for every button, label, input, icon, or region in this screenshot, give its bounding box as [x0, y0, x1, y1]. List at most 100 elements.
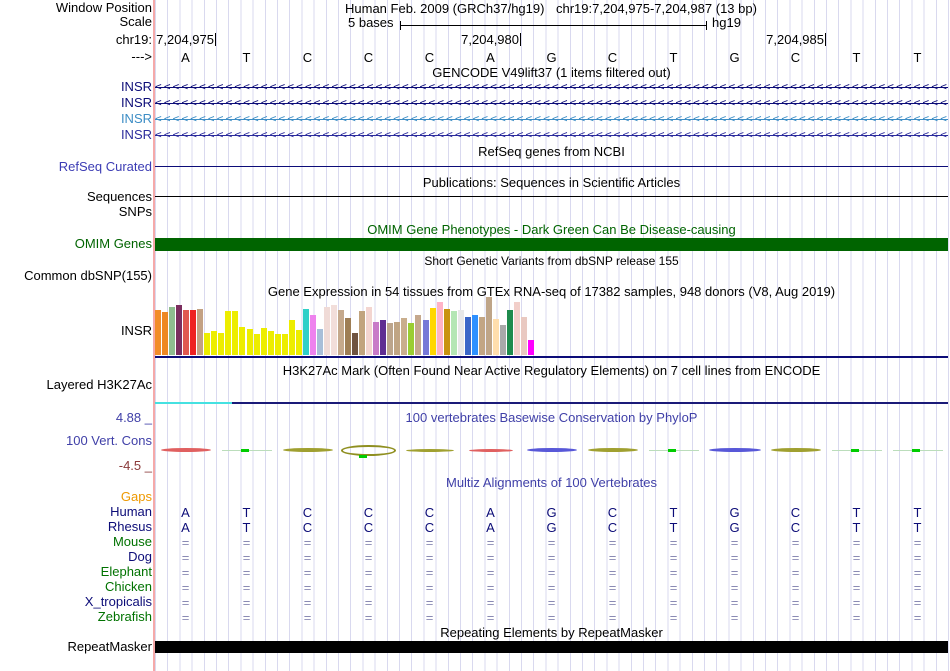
gene-label-insr-3[interactable]: INSR	[0, 112, 152, 126]
multiz-label-elephant[interactable]: Elephant	[0, 565, 152, 579]
sequences-label[interactable]: Sequences	[0, 190, 152, 204]
phylop-curve	[405, 448, 454, 452]
multiz-label-mouse[interactable]: Mouse	[0, 535, 152, 549]
multiz-track-title: Multiz Alignments of 100 Vertebrates	[445, 475, 657, 490]
assembly-text: Human Feb. 2009 (GRCh37/hg19)	[345, 1, 545, 16]
seq-cell: =	[364, 550, 373, 565]
omim-gene-bar[interactable]	[155, 238, 948, 251]
seq-cell: =	[730, 610, 739, 625]
phylop-positive-mark	[850, 449, 859, 452]
publications-item-line[interactable]	[155, 196, 948, 197]
gtex-tissue-bar	[295, 330, 302, 355]
gtex-tissue-bar	[176, 305, 183, 355]
seq-cell: =	[242, 550, 251, 565]
scale-value: 5 bases	[348, 15, 394, 30]
genome-browser-image: Window Position Human Feb. 2009 (GRCh37/…	[0, 0, 950, 671]
seq-cell: =	[913, 535, 922, 550]
strand-arrows: <<<<<<<<<<<<<<<<<<<<<<<<<<<<<<<<<<<<<<<<…	[155, 128, 948, 141]
multiz-label-dog[interactable]: Dog	[0, 550, 152, 564]
strand-arrows: <<<<<<<<<<<<<<<<<<<<<<<<<<<<<<<<<<<<<<<<…	[155, 80, 948, 93]
phylop-curve	[160, 448, 211, 452]
scale-label: Scale	[119, 14, 152, 29]
seq-cell: =	[425, 610, 434, 625]
seq-cell: C	[607, 50, 618, 65]
multiz-label-gaps[interactable]: Gaps	[0, 490, 152, 504]
repeatmasker-label[interactable]: RepeatMasker	[0, 640, 152, 654]
gene-model-insr-3[interactable]: <<<<<<<<<<<<<<<<<<<<<<<<<<<<<<<<<<<<<<<<…	[155, 111, 948, 127]
ruler-position: 7,204,985	[766, 32, 824, 47]
phylop-positive-mark	[911, 449, 920, 452]
omim-genes-label[interactable]: OMIM Genes	[0, 237, 152, 251]
gene-model-insr-2[interactable]: <<<<<<<<<<<<<<<<<<<<<<<<<<<<<<<<<<<<<<<<…	[155, 95, 948, 111]
refseq-curated-label[interactable]: RefSeq Curated	[0, 160, 152, 174]
seq-cell: A	[486, 50, 495, 65]
seq-cell: =	[791, 595, 800, 610]
h3k27ac-signal-cyan	[155, 402, 232, 404]
seq-cell: C	[607, 520, 618, 535]
position-text: chr19:7,204,975-7,204,987 (13 bp)	[556, 1, 757, 16]
seq-cell: G	[729, 505, 740, 520]
gtex-tissue-bar	[274, 334, 281, 355]
seq-cell: =	[669, 550, 678, 565]
seq-cell: =	[852, 550, 861, 565]
gtex-tissue-bar	[387, 323, 394, 355]
refseq-gene-line[interactable]	[155, 166, 948, 167]
seq-cell: =	[486, 610, 495, 625]
gene-model-insr-4[interactable]: <<<<<<<<<<<<<<<<<<<<<<<<<<<<<<<<<<<<<<<<…	[155, 127, 948, 143]
seq-cell: =	[852, 595, 861, 610]
refseq-track-title: RefSeq genes from NCBI	[478, 144, 625, 159]
seq-cell: =	[913, 550, 922, 565]
gtex-tissue-bar	[302, 309, 309, 355]
seq-cell: C	[302, 520, 313, 535]
seq-cell: A	[181, 50, 190, 65]
seq-cell: C	[424, 520, 435, 535]
seq-cell: T	[242, 505, 251, 520]
multiz-label-rhesus[interactable]: Rhesus	[0, 520, 152, 534]
gtex-tissue-bar	[408, 323, 415, 355]
scale-ruler-right-cap	[706, 21, 707, 30]
gtex-gene-label[interactable]: INSR	[0, 324, 152, 338]
gtex-tissue-bar	[478, 317, 485, 355]
seq-cell: =	[669, 565, 678, 580]
seq-cell: A	[181, 505, 190, 520]
snps-label[interactable]: SNPs	[0, 205, 152, 219]
gene-model-insr-1[interactable]: <<<<<<<<<<<<<<<<<<<<<<<<<<<<<<<<<<<<<<<<…	[155, 79, 948, 95]
phylop-max-value: 4.88 _	[115, 410, 152, 425]
seq-cell: C	[363, 520, 374, 535]
gene-label-insr-4[interactable]: INSR	[0, 128, 152, 142]
seq-cell: =	[547, 610, 556, 625]
phylop-blobs	[155, 443, 948, 461]
gtex-bars[interactable]	[155, 297, 536, 355]
seq-cell: =	[425, 565, 434, 580]
multiz-label-chicken[interactable]: Chicken	[0, 580, 152, 594]
seq-cell: C	[790, 505, 801, 520]
window-position-label: Window Position	[55, 0, 152, 15]
gene-label-insr-1[interactable]: INSR	[0, 80, 152, 94]
gene-label-insr-2[interactable]: INSR	[0, 96, 152, 110]
gtex-tissue-bar	[218, 333, 225, 355]
multiz-row-zebrafish: = = = = = = = = = = = = =	[155, 610, 948, 625]
multiz-label-x-tropicalis[interactable]: X_tropicalis	[0, 595, 152, 609]
multiz-row-rhesus: ATCCCAGCTGCTT	[155, 520, 948, 535]
phylop-curve	[770, 448, 821, 452]
layered-h3k27ac-label[interactable]: Layered H3K27Ac	[0, 378, 152, 392]
gtex-tissue-bar	[507, 310, 513, 355]
repeatmasker-element-bar[interactable]	[155, 641, 948, 653]
vert-cons-label[interactable]: 100 Vert. Cons	[0, 434, 152, 448]
seq-cell: =	[364, 565, 373, 580]
seq-cell: =	[486, 550, 495, 565]
seq-cell: =	[791, 535, 800, 550]
genome-version: hg19	[712, 15, 741, 30]
seq-cell: G	[546, 50, 557, 65]
seq-cell: =	[852, 610, 861, 625]
seq-cell: C	[424, 505, 435, 520]
seq-cell: =	[425, 550, 434, 565]
seq-cell: =	[913, 595, 922, 610]
common-dbsnp-label[interactable]: Common dbSNP(155)	[0, 269, 152, 283]
multiz-label-human[interactable]: Human	[0, 505, 152, 519]
seq-cell: =	[303, 595, 312, 610]
multiz-label-zebrafish[interactable]: Zebrafish	[0, 610, 152, 624]
gtex-tissue-bar	[260, 328, 267, 355]
seq-cell: =	[425, 535, 434, 550]
gtex-tissue-bar	[183, 310, 190, 355]
